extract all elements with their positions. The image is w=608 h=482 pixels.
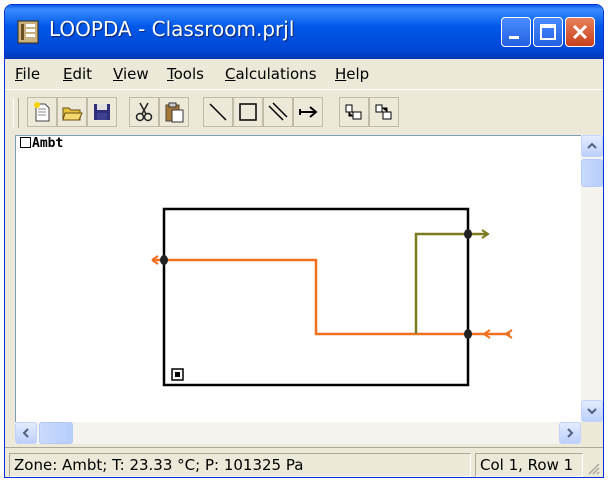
drawing-canvas[interactable]: Ambt xyxy=(15,135,581,422)
minimize-icon xyxy=(509,36,519,39)
line-tool-button[interactable] xyxy=(203,97,233,127)
resize-grip-icon[interactable] xyxy=(587,462,601,476)
chevron-up-icon xyxy=(587,142,597,149)
node-icon xyxy=(345,104,362,120)
toolbar xyxy=(5,89,603,136)
minimize-button[interactable] xyxy=(501,17,531,47)
rectangle-tool-button[interactable] xyxy=(233,97,263,127)
arrow-icon xyxy=(299,106,318,118)
window-title: LOOPDA - Classroom.prjl xyxy=(49,17,295,41)
node-tool-button[interactable] xyxy=(339,97,369,127)
arrow-tool-button[interactable] xyxy=(293,97,323,127)
new-button[interactable] xyxy=(27,97,57,127)
scroll-right-button[interactable] xyxy=(559,422,581,444)
title-bar[interactable]: LOOPDA - Classroom.prjl xyxy=(5,5,603,59)
maximize-button[interactable] xyxy=(533,17,563,47)
junction-bottom-right xyxy=(464,329,472,339)
status-zone-info: Zone: Ambt; T: 23.33 °C; P: 101325 Pa xyxy=(9,453,471,477)
app-icon[interactable] xyxy=(15,19,41,45)
junction-top-right xyxy=(464,229,472,239)
open-button[interactable] xyxy=(57,97,87,127)
chevron-down-icon xyxy=(587,408,597,415)
olive-duct-path xyxy=(414,232,488,334)
menu-help[interactable]: Help xyxy=(335,65,369,83)
close-button[interactable] xyxy=(565,17,595,47)
menu-file[interactable]: File xyxy=(15,65,40,83)
paste-button[interactable] xyxy=(159,97,189,127)
double-line-icon xyxy=(268,102,288,121)
maximize-icon xyxy=(540,24,556,40)
menu-edit[interactable]: Edit xyxy=(63,65,92,83)
chevron-left-icon xyxy=(22,428,29,438)
open-icon xyxy=(62,107,83,121)
node2-tool-button[interactable] xyxy=(369,97,399,127)
new-icon xyxy=(34,102,50,122)
status-bar: Zone: Ambt; T: 23.33 °C; P: 101325 Pa Co… xyxy=(5,447,603,477)
menu-tools[interactable]: Tools xyxy=(167,65,204,83)
menu-bar: File Edit View Tools Calculations Help xyxy=(5,59,603,89)
orange-duct-path xyxy=(152,258,510,336)
paste-icon xyxy=(165,102,184,123)
vertical-scrollbar[interactable] xyxy=(581,135,603,422)
scroll-corner xyxy=(581,422,603,444)
scroll-down-button[interactable] xyxy=(581,400,603,422)
horizontal-scrollbar[interactable] xyxy=(15,422,581,444)
rectangle-icon xyxy=(239,103,257,121)
save-button[interactable] xyxy=(87,97,117,127)
scroll-up-button[interactable] xyxy=(581,135,603,157)
scroll-left-button[interactable] xyxy=(15,422,37,444)
status-position: Col 1, Row 1 xyxy=(475,453,583,477)
toolbar-grip[interactable] xyxy=(13,98,19,128)
vertical-scroll-thumb[interactable] xyxy=(581,159,603,187)
double-line-tool-button[interactable] xyxy=(263,97,293,127)
loop-diagram xyxy=(151,207,513,387)
cut-icon xyxy=(135,102,153,122)
horizontal-scroll-thumb[interactable] xyxy=(39,422,73,444)
app-window: LOOPDA - Classroom.prjl File Edit View T… xyxy=(4,4,604,478)
menu-calculations[interactable]: Calculations xyxy=(225,65,317,83)
node2-icon xyxy=(375,104,392,120)
save-icon xyxy=(94,104,110,120)
cut-button[interactable] xyxy=(129,97,159,127)
line-icon xyxy=(209,103,227,121)
chevron-right-icon xyxy=(567,428,574,438)
close-icon xyxy=(572,24,588,40)
menu-view[interactable]: View xyxy=(113,65,149,83)
junction-left xyxy=(160,255,168,265)
